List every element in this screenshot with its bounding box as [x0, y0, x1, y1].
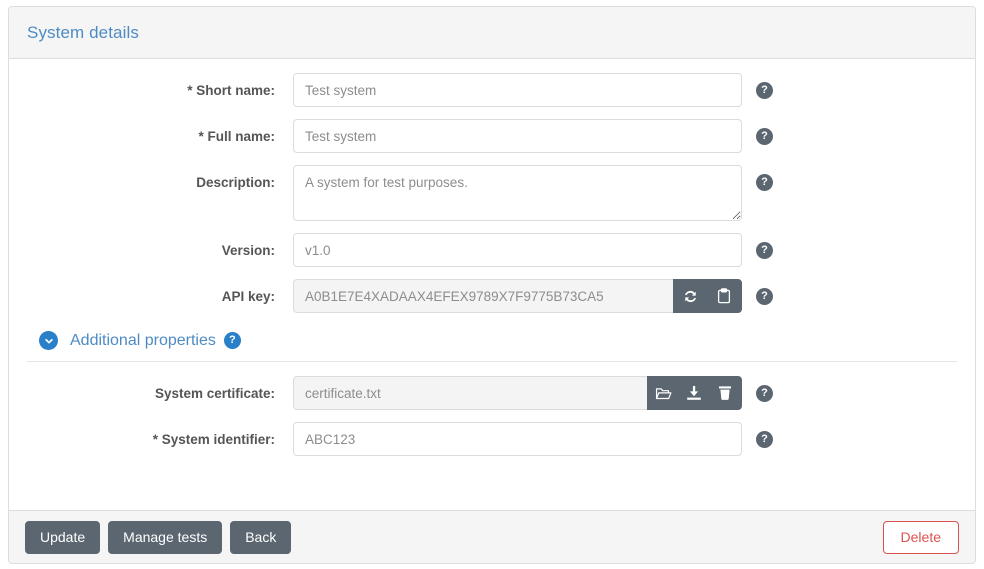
trash-icon — [718, 385, 732, 401]
regenerate-api-key-button[interactable] — [674, 280, 708, 312]
clipboard-icon — [717, 288, 731, 304]
version-input[interactable] — [293, 233, 742, 267]
form-row-system-identifier: * System identifier: ? — [9, 422, 975, 456]
download-icon — [686, 385, 702, 401]
full-name-input[interactable] — [293, 119, 742, 153]
system-certificate-input[interactable] — [293, 376, 647, 410]
system-certificate-input-group — [293, 376, 742, 410]
additional-properties-title[interactable]: Additional properties — [70, 332, 216, 350]
full-name-label: * Full name: — [198, 129, 275, 144]
system-identifier-help-icon[interactable]: ? — [756, 431, 773, 448]
delete-button[interactable]: Delete — [882, 520, 959, 554]
copy-api-key-button[interactable] — [707, 280, 741, 312]
certificate-actions — [646, 376, 742, 410]
description-label: Description: — [196, 175, 275, 190]
additional-properties-help-icon[interactable]: ? — [223, 332, 241, 349]
system-certificate-help-icon[interactable]: ? — [756, 385, 773, 402]
system-details-panel: System details * Short name: ? * Full na… — [8, 6, 976, 564]
form-row-api-key: API key: A0B1E7E4XADAAX4EFEX9789X7F9775B… — [9, 279, 975, 313]
full-name-help-icon[interactable]: ? — [756, 128, 773, 145]
panel-body: * Short name: ? * Full name: ? Descripti… — [9, 59, 975, 510]
api-key-label: API key: — [221, 289, 275, 304]
browse-certificate-button[interactable] — [648, 377, 679, 409]
manage-tests-button[interactable]: Manage tests — [108, 520, 223, 554]
delete-certificate-button[interactable] — [710, 377, 741, 409]
api-key-input-group — [293, 279, 742, 313]
back-button[interactable]: Back — [230, 520, 292, 554]
panel-footer: Update Manage tests Back Delete — [9, 510, 975, 563]
description-control: A system for test purposes. — [293, 165, 742, 221]
additional-properties-section-header[interactable]: Additional properties ? — [9, 325, 975, 350]
version-help-icon[interactable]: ? — [756, 242, 773, 259]
system-certificate-control — [293, 376, 742, 410]
version-label: Version: — [221, 243, 275, 258]
form-row-short-name: * Short name: ? — [9, 73, 975, 107]
page-title: System details — [27, 22, 139, 42]
short-name-control — [293, 73, 742, 107]
system-certificate-label: System certificate: — [154, 386, 275, 401]
api-key-help-icon[interactable]: ? — [756, 288, 773, 305]
short-name-help-icon[interactable]: ? — [756, 82, 773, 99]
short-name-input[interactable] — [293, 73, 742, 107]
api-key-control — [293, 279, 742, 313]
update-button[interactable]: Update — [25, 520, 101, 554]
form-row-version: Version: ? — [9, 233, 975, 267]
download-certificate-button[interactable] — [679, 377, 710, 409]
api-key-actions — [672, 279, 742, 313]
full-name-control — [293, 119, 742, 153]
chevron-down-icon[interactable] — [39, 331, 58, 350]
refresh-icon — [683, 289, 698, 304]
form-row-description: Description: A system for test purposes.… — [9, 165, 975, 221]
panel-header: System details — [9, 7, 975, 59]
form-row-full-name: * Full name: ? — [9, 119, 975, 153]
description-textarea[interactable]: A system for test purposes. — [293, 165, 742, 221]
system-identifier-input[interactable] — [293, 422, 742, 456]
description-help-icon[interactable]: ? — [756, 174, 773, 191]
system-identifier-control — [293, 422, 742, 456]
api-key-input[interactable] — [293, 279, 673, 313]
section-divider — [27, 361, 957, 362]
system-identifier-label: * System identifier: — [152, 432, 275, 447]
version-control — [293, 233, 742, 267]
folder-open-icon — [655, 386, 672, 401]
form-row-system-certificate: System certificate: certificate.txt ? — [9, 376, 975, 410]
short-name-label: * Short name: — [187, 83, 275, 98]
